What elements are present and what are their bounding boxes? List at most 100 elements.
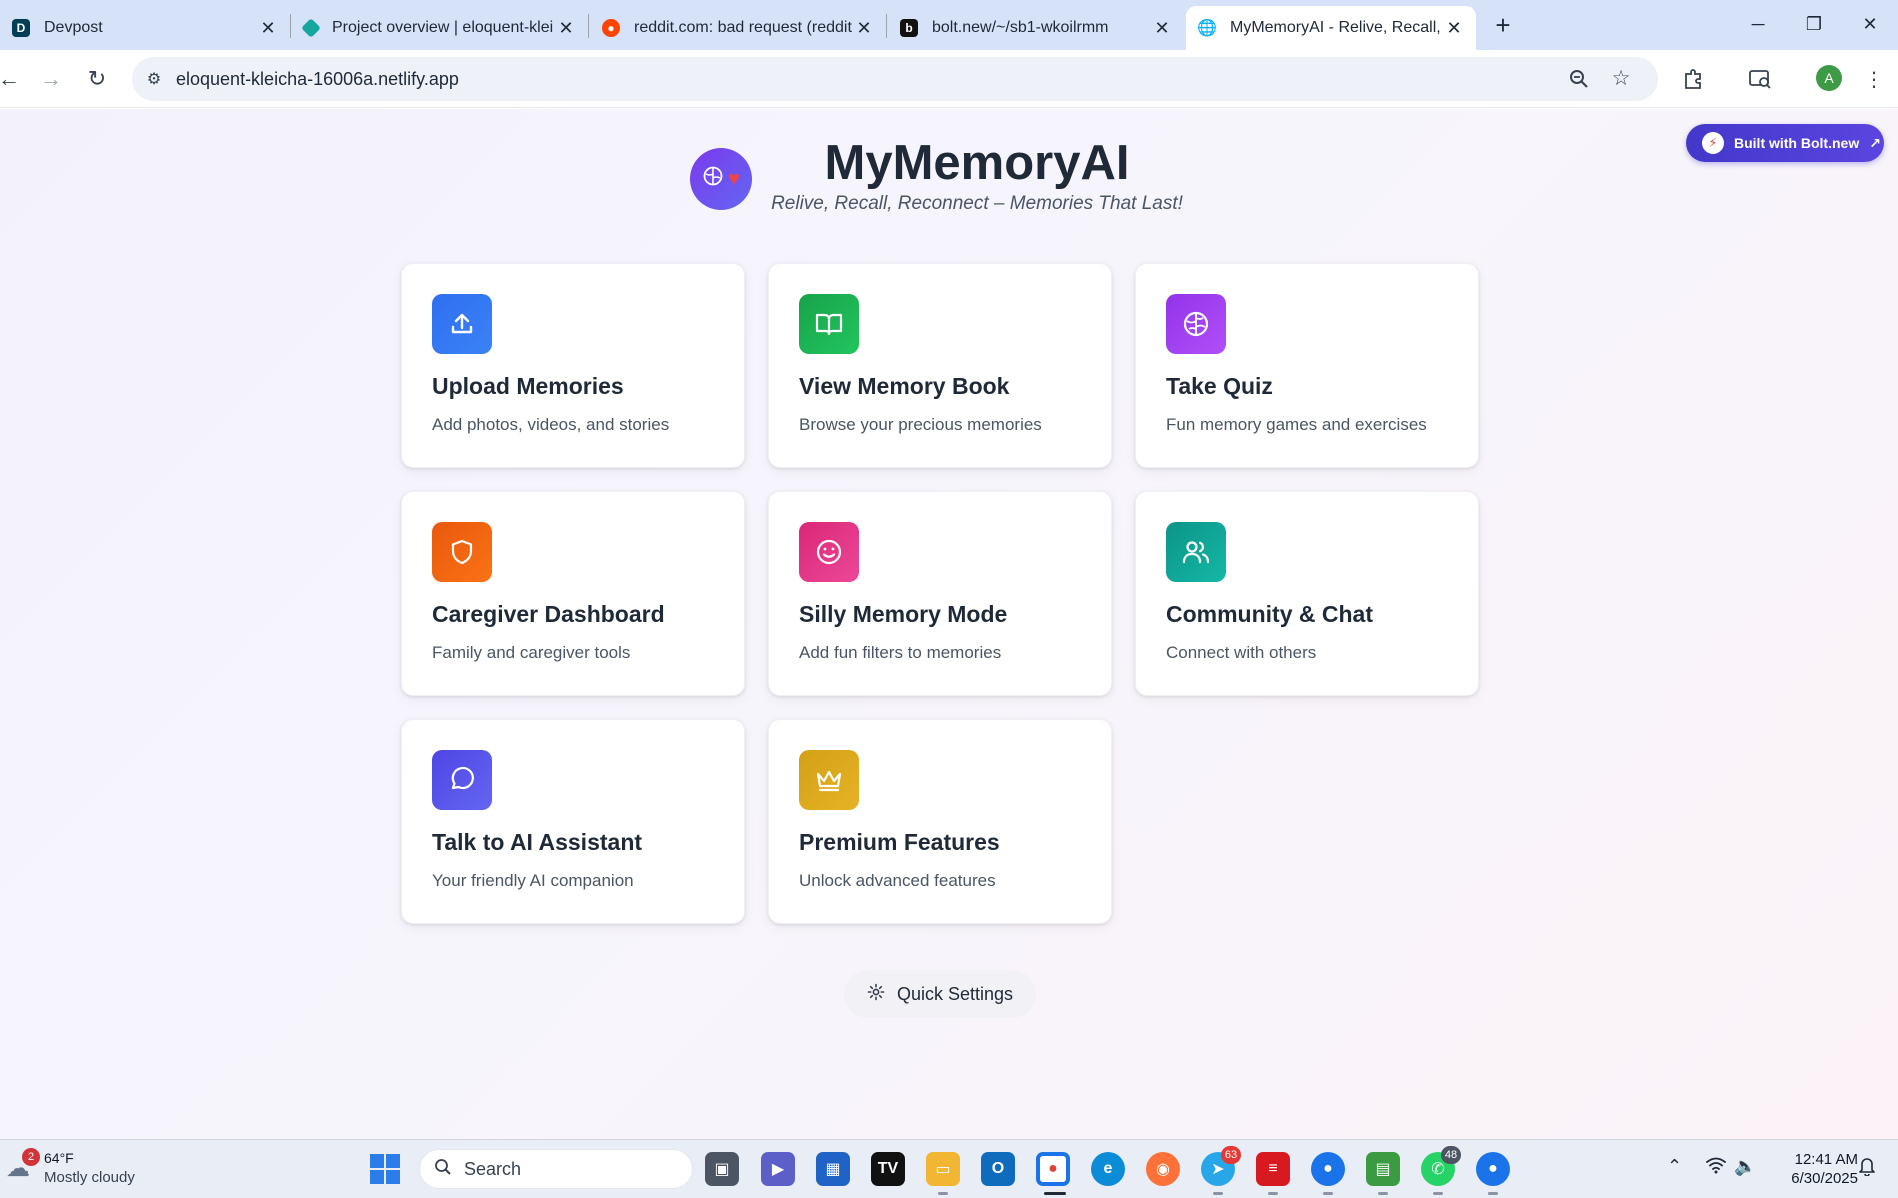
running-indicator xyxy=(1433,1192,1443,1195)
reload-button[interactable]: ↻ xyxy=(80,62,114,96)
microsoft-store-icon[interactable]: ▦ xyxy=(816,1152,850,1186)
card-talk-to-ai-assistant[interactable]: Talk to AI Assistant Your friendly AI co… xyxy=(401,719,745,924)
bookmark-star-icon[interactable]: ☆ xyxy=(1608,65,1634,91)
card-title: Silly Memory Mode xyxy=(799,601,1008,627)
running-indicator xyxy=(1213,1192,1223,1195)
new-tab-button[interactable]: + xyxy=(1488,10,1518,40)
built-with-bolt-badge[interactable]: ⚡ Built with Bolt.new ↗ xyxy=(1686,124,1884,162)
volume-icon[interactable]: 🔈 xyxy=(1734,1156,1756,1177)
card-description: Family and caregiver tools xyxy=(432,643,631,662)
wifi-icon[interactable] xyxy=(1705,1156,1727,1179)
tab-title: MyMemoryAI - Relive, Recall, Re xyxy=(1230,19,1442,36)
card-caregiver-dashboard[interactable]: Caregiver Dashboard Family and caregiver… xyxy=(401,491,745,696)
active-indicator xyxy=(1044,1192,1066,1195)
netlify-icon xyxy=(301,18,321,38)
firefox-icon[interactable]: ◉ xyxy=(1146,1152,1180,1186)
close-icon[interactable]: ✕ xyxy=(1442,16,1466,40)
card-title: Upload Memories xyxy=(432,373,624,399)
restore-button[interactable]: ❐ xyxy=(1794,8,1834,40)
crown-icon xyxy=(799,750,859,810)
tab-title: bolt.new/~/sb1-wkoilrmm xyxy=(932,19,1109,36)
shield-icon xyxy=(432,522,492,582)
card-title: Caregiver Dashboard xyxy=(432,601,665,627)
tab-divider xyxy=(588,14,589,38)
upload-icon xyxy=(432,294,492,354)
card-description: Connect with others xyxy=(1166,643,1317,662)
taskbar-search-box[interactable]: Search xyxy=(419,1149,693,1189)
devpost-icon: D xyxy=(12,19,30,37)
card-description: Browse your precious memories xyxy=(799,415,1042,434)
search-placeholder: Search xyxy=(464,1158,522,1179)
image-editor-icon[interactable]: ▤ xyxy=(1366,1152,1400,1186)
running-indicator xyxy=(938,1192,948,1195)
card-description: Unlock advanced features xyxy=(799,871,996,890)
weather-temperature: 64°F xyxy=(44,1150,74,1166)
card-premium-features[interactable]: Premium Features Unlock advanced feature… xyxy=(768,719,1112,924)
card-take-quiz[interactable]: Take Quiz Fun memory games and exercises xyxy=(1135,263,1479,468)
clock-date: 6/30/2025 xyxy=(1791,1170,1858,1187)
card-silly-memory-mode[interactable]: Silly Memory Mode Add fun filters to mem… xyxy=(768,491,1112,696)
tray-overflow-chevron-icon[interactable]: ⌃ xyxy=(1667,1156,1682,1177)
close-icon[interactable]: ✕ xyxy=(256,16,280,40)
tradingview-icon[interactable]: TV xyxy=(871,1152,905,1186)
tab-reddit[interactable]: ● reddit.com: bad request (reddit ✕ xyxy=(590,6,886,50)
badge-label: Built with Bolt.new xyxy=(1734,135,1860,151)
task-view-icon[interactable]: ▣ xyxy=(705,1152,739,1186)
tab-devpost[interactable]: D Devpost ✕ xyxy=(0,6,290,50)
app-page: ⚡ Built with Bolt.new ↗ ♥ MyMemoryAI Rel… xyxy=(0,109,1898,1139)
windows-taskbar: ☁ 2 64°F Mostly cloudy Search ▣ ▶ ▦ TV ▭… xyxy=(0,1139,1898,1198)
weather-condition: Mostly cloudy xyxy=(44,1169,135,1186)
edge-icon[interactable]: e xyxy=(1091,1152,1125,1186)
card-title: Community & Chat xyxy=(1166,601,1373,627)
forward-button[interactable]: → xyxy=(34,62,68,96)
close-icon[interactable]: ✕ xyxy=(1150,16,1174,40)
teams-icon[interactable]: ▶ xyxy=(761,1152,795,1186)
notification-bell-icon[interactable] xyxy=(1858,1156,1876,1181)
site-info-icon[interactable]: ⚙ xyxy=(142,67,166,91)
reddit-icon: ● xyxy=(602,19,620,37)
zoom-icon[interactable] xyxy=(1566,66,1592,92)
profile-avatar[interactable]: A xyxy=(1816,65,1842,91)
card-upload-memories[interactable]: Upload Memories Add photos, videos, and … xyxy=(401,263,745,468)
card-view-memory-book[interactable]: View Memory Book Browse your precious me… xyxy=(768,263,1112,468)
tab-title: reddit.com: bad request (reddit xyxy=(634,19,852,36)
url-text[interactable]: eloquent-kleicha-16006a.netlify.app xyxy=(176,69,459,90)
whatsapp-unread-badge: 48 xyxy=(1441,1146,1461,1164)
card-community-chat[interactable]: Community & Chat Connect with others xyxy=(1135,491,1479,696)
tab-title: Devpost xyxy=(44,19,103,36)
globe-icon: 🌐 xyxy=(1197,19,1217,37)
users-icon xyxy=(1166,522,1226,582)
file-explorer-icon[interactable]: ▭ xyxy=(926,1152,960,1186)
book-icon xyxy=(799,294,859,354)
weather-widget[interactable]: ☁ 2 64°F Mostly cloudy xyxy=(6,1148,166,1192)
system-clock[interactable]: 12:41 AM 6/30/2025 xyxy=(1756,1150,1858,1188)
back-button[interactable]: ← xyxy=(0,62,26,96)
card-description: Add photos, videos, and stories xyxy=(432,415,670,434)
window-close-button[interactable]: ✕ xyxy=(1850,8,1890,40)
tab-bolt[interactable]: b bolt.new/~/sb1-wkoilrmm ✕ xyxy=(888,6,1184,50)
outlook-icon[interactable]: O xyxy=(981,1152,1015,1186)
browser-toolbar: ← → ↻ ⚙ eloquent-kleicha-16006a.netlify.… xyxy=(0,50,1898,108)
address-bar[interactable]: ⚙ eloquent-kleicha-16006a.netlify.app ☆ xyxy=(132,57,1658,101)
minimize-button[interactable]: ─ xyxy=(1738,8,1778,40)
tab-search-icon[interactable] xyxy=(1744,63,1776,95)
chrome-profile-icon[interactable]: ● xyxy=(1311,1152,1345,1186)
close-icon[interactable]: ✕ xyxy=(852,16,876,40)
tab-netlify-project[interactable]: Project overview | eloquent-klei ✕ xyxy=(292,6,588,50)
menu-kebab-icon[interactable]: ⋮ xyxy=(1858,63,1890,95)
tab-mymemoryai[interactable]: 🌐 MyMemoryAI - Relive, Recall, Re ✕ xyxy=(1186,6,1476,50)
chrome-alt-profile-icon[interactable]: ● xyxy=(1476,1152,1510,1186)
extensions-icon[interactable] xyxy=(1677,63,1709,95)
chrome-icon[interactable]: ● xyxy=(1036,1152,1070,1186)
quick-settings-button[interactable]: Quick Settings xyxy=(844,970,1036,1018)
card-description: Add fun filters to memories xyxy=(799,643,1002,662)
clock-time: 12:41 AM xyxy=(1794,1151,1858,1168)
chat-bubble-icon xyxy=(432,750,492,810)
windows-start-icon[interactable] xyxy=(370,1154,400,1184)
expressvpn-icon[interactable]: ≡ xyxy=(1256,1152,1290,1186)
heart-icon: ♥ xyxy=(728,167,740,190)
profile-initial: A xyxy=(1824,70,1834,86)
gear-icon xyxy=(867,983,885,1006)
close-icon[interactable]: ✕ xyxy=(554,16,578,40)
running-indicator xyxy=(1488,1192,1498,1195)
